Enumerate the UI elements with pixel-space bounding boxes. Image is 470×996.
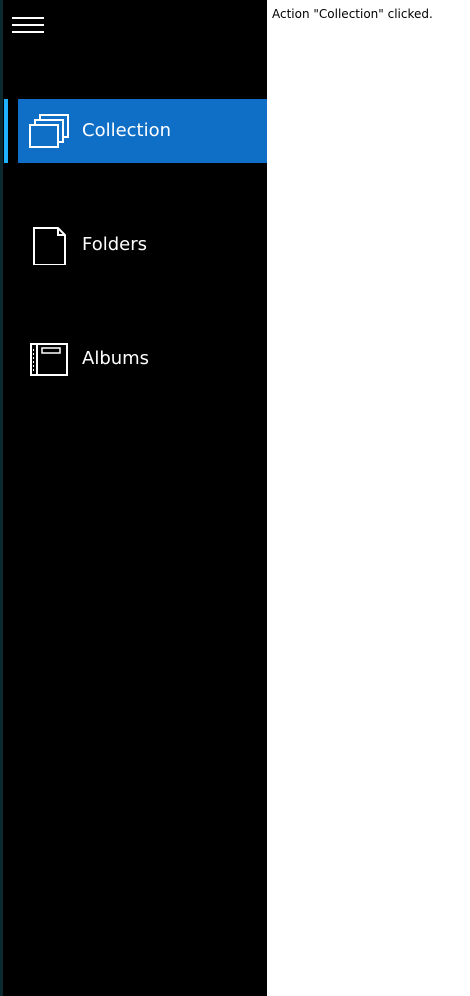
hamburger-bar [12, 17, 44, 19]
app-window: Collection Folders Albums Action "Collec… [0, 0, 470, 996]
nav-item-albums[interactable]: Albums [18, 327, 267, 391]
window-edge [0, 0, 3, 996]
navigation-pane: Collection Folders Albums [0, 0, 267, 996]
nav-item-folders[interactable]: Folders [18, 213, 267, 277]
nav-item-label: Folders [82, 234, 148, 255]
folder-icon [28, 227, 72, 266]
nav-item-label: Collection [82, 120, 172, 141]
album-icon [28, 341, 72, 379]
hamburger-menu-button[interactable] [8, 10, 48, 40]
status-message: Action "Collection" clicked. [272, 7, 433, 21]
nav-item-collection[interactable]: Collection [18, 99, 267, 163]
collection-icon [28, 113, 72, 151]
nav-item-label: Albums [82, 348, 150, 369]
content-area: Action "Collection" clicked. [267, 0, 470, 996]
selection-indicator [4, 99, 8, 163]
hamburger-bar [12, 24, 44, 26]
hamburger-bar [12, 31, 44, 33]
